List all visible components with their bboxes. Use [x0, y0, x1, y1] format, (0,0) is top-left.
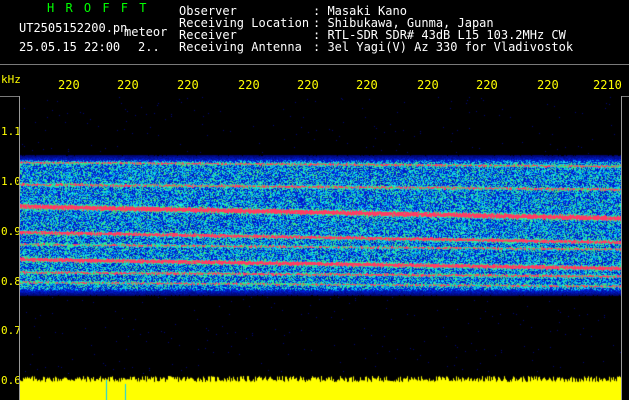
frame-right — [621, 96, 622, 400]
y-tick-label: 1.1 — [1, 125, 21, 138]
header-divider — [0, 64, 629, 65]
y-tick-label: 0.7 — [1, 324, 21, 337]
file-name: UT2505152200.pn — [19, 21, 128, 35]
y-tick-label: 0.8 — [1, 275, 21, 288]
antenna-label: Receiving Antenna — [179, 40, 302, 54]
frame-left — [19, 96, 20, 400]
x-tick-label: 220 — [476, 78, 498, 92]
y-tick-label: 1.0 — [1, 175, 21, 188]
x-tick-label: 220 — [58, 78, 80, 92]
x-tick-label: 220 — [417, 78, 439, 92]
signal-level-bar — [20, 374, 621, 400]
x-tick-label: 220 — [297, 78, 319, 92]
app-title: H R O F F T — [47, 1, 149, 15]
date-time: 25.05.15 22:00 — [19, 40, 121, 54]
y-tick-label: 0.6 — [1, 374, 21, 387]
file-suffix: meteor — [124, 25, 168, 39]
y-unit-label: kHz — [1, 73, 21, 86]
x-tick-label: 220 — [177, 78, 199, 92]
y-tick-label: 0.9 — [1, 225, 21, 238]
antenna-value: : 3el Yagi(V) Az 330 for Vladivostok — [313, 40, 574, 54]
x-tick-label: 220 — [117, 78, 139, 92]
x-tick-label: 220 — [238, 78, 260, 92]
page-indicator: 2.. — [138, 40, 160, 54]
spectrogram — [20, 96, 621, 374]
x-tick-label: 220 — [356, 78, 378, 92]
x-tick-label: 2210 — [593, 78, 622, 92]
x-tick-label: 220 — [537, 78, 559, 92]
